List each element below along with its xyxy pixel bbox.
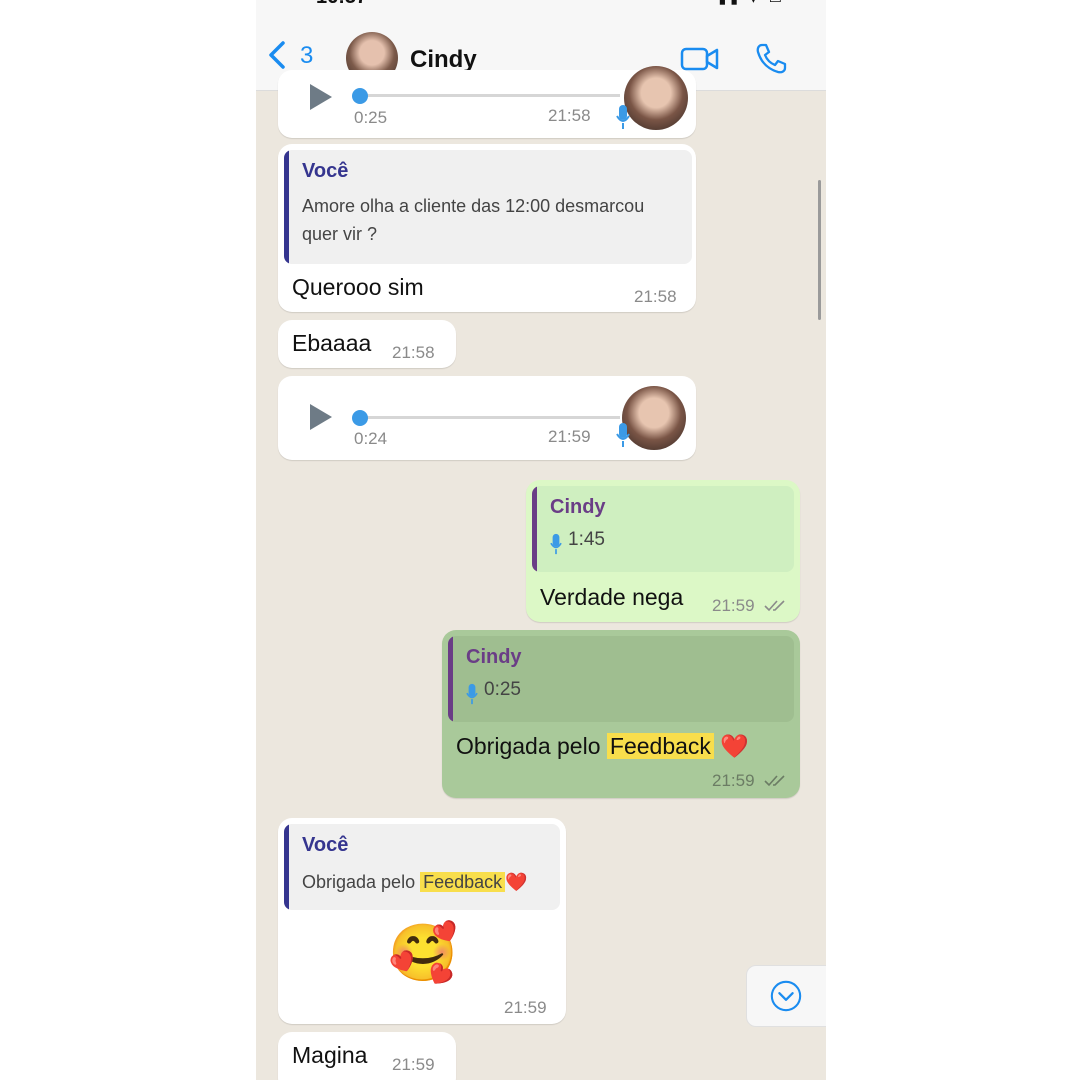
chevron-down-circle-icon (770, 980, 802, 1012)
quote-bar (532, 486, 537, 572)
microphone-icon (616, 105, 630, 129)
audio-duration: 0:25 (354, 108, 388, 127)
message-time: 21:59 (712, 771, 755, 790)
audio-duration: 0:24 (354, 429, 388, 448)
microphone-icon (466, 683, 478, 705)
highlighted-word: Feedback (606, 733, 714, 759)
phone-call-icon[interactable] (754, 42, 788, 76)
message-text: Obrigada pelo Feedback ❤️ (456, 733, 749, 760)
text-message[interactable]: Magina 21:59 (278, 1032, 456, 1080)
message-time: 21:59 (504, 998, 547, 1017)
status-time: 16:37 (316, 0, 367, 9)
quote-author: Cindy (550, 496, 606, 518)
scroll-to-bottom-button[interactable] (746, 965, 826, 1027)
chevron-left-icon (269, 41, 285, 69)
reply-message[interactable]: Cindy 1:45 Verdade nega 21:59 (526, 480, 800, 622)
quote-author: Cindy (466, 646, 522, 668)
message-text: Verdade nega (540, 584, 684, 610)
quoted-message[interactable]: Você Obrigada pelo Feedback ❤️ (284, 824, 560, 910)
quoted-message[interactable]: Cindy 0:25 (448, 636, 794, 722)
message-time: 21:59 (712, 596, 755, 615)
smiling-face-with-hearts-emoji: 🥰 (388, 921, 458, 984)
status-icons: ▮▮ ▾ ▭ (719, 0, 786, 7)
message-time: 21:58 (634, 287, 677, 306)
quote-bar (284, 824, 289, 910)
sender-avatar (622, 386, 686, 450)
message-text-part: Obrigada pelo (456, 733, 601, 759)
read-ticks-icon (764, 775, 785, 787)
text-message[interactable]: Ebaaaa 21:58 (278, 320, 456, 368)
unread-count: 3 (300, 42, 314, 69)
chat-screen: 16:37 ▮▮ ▾ ▭ 3 Cindy 0:25 21:58 (256, 0, 826, 1080)
message-time: 21:58 (548, 106, 591, 125)
audio-progress-track[interactable] (360, 416, 620, 419)
message-time: 21:58 (392, 343, 435, 362)
sender-avatar (624, 66, 688, 130)
play-icon[interactable] (310, 84, 332, 110)
highlighted-word: Feedback (420, 872, 506, 892)
audio-progress-handle[interactable] (352, 88, 368, 104)
message-time: 21:59 (548, 427, 591, 446)
microphone-icon (550, 533, 562, 555)
quoted-message[interactable]: Você Amore olha a cliente das 12:00 desm… (284, 150, 692, 264)
read-ticks-icon (764, 600, 785, 612)
reply-message-selected[interactable]: Cindy 0:25 Obrigada pelo Feedback ❤️ 21:… (442, 630, 800, 798)
play-icon[interactable] (310, 404, 332, 430)
message-text: Magina (292, 1042, 368, 1068)
quote-bar (284, 150, 289, 264)
heart-emoji: ❤️ (720, 733, 749, 759)
scroll-indicator[interactable] (818, 180, 821, 320)
audio-message[interactable]: 0:24 21:59 (278, 376, 696, 460)
status-bar: 16:37 ▮▮ ▾ ▭ (256, 0, 826, 10)
quote-audio-duration: 0:25 (484, 679, 521, 700)
quote-audio-duration: 1:45 (568, 529, 605, 550)
heart-emoji: ❤️ (505, 872, 528, 892)
quote-author: Você (302, 834, 349, 856)
message-time: 21:59 (392, 1055, 435, 1074)
quote-author: Você (302, 160, 349, 182)
quoted-message[interactable]: Cindy 1:45 (532, 486, 794, 572)
message-text: Querooo sim (292, 274, 424, 300)
audio-progress-handle[interactable] (352, 410, 368, 426)
quote-text: Amore olha a cliente das 12:00 desmarcou… (302, 196, 645, 244)
message-text: Ebaaaa (292, 330, 372, 356)
reply-message[interactable]: Você Amore olha a cliente das 12:00 desm… (278, 144, 696, 312)
video-call-icon[interactable] (680, 44, 720, 74)
quote-bar (448, 636, 453, 722)
reply-message[interactable]: Você Obrigada pelo Feedback ❤️ 🥰 21:59 (278, 818, 566, 1024)
quote-text: Obrigada pelo Feedback ❤️ (302, 868, 548, 896)
quote-text-part: Obrigada pelo (302, 872, 416, 892)
audio-progress-track[interactable] (360, 94, 620, 97)
audio-message[interactable]: 0:25 21:58 (278, 66, 696, 138)
microphone-icon (616, 423, 630, 447)
